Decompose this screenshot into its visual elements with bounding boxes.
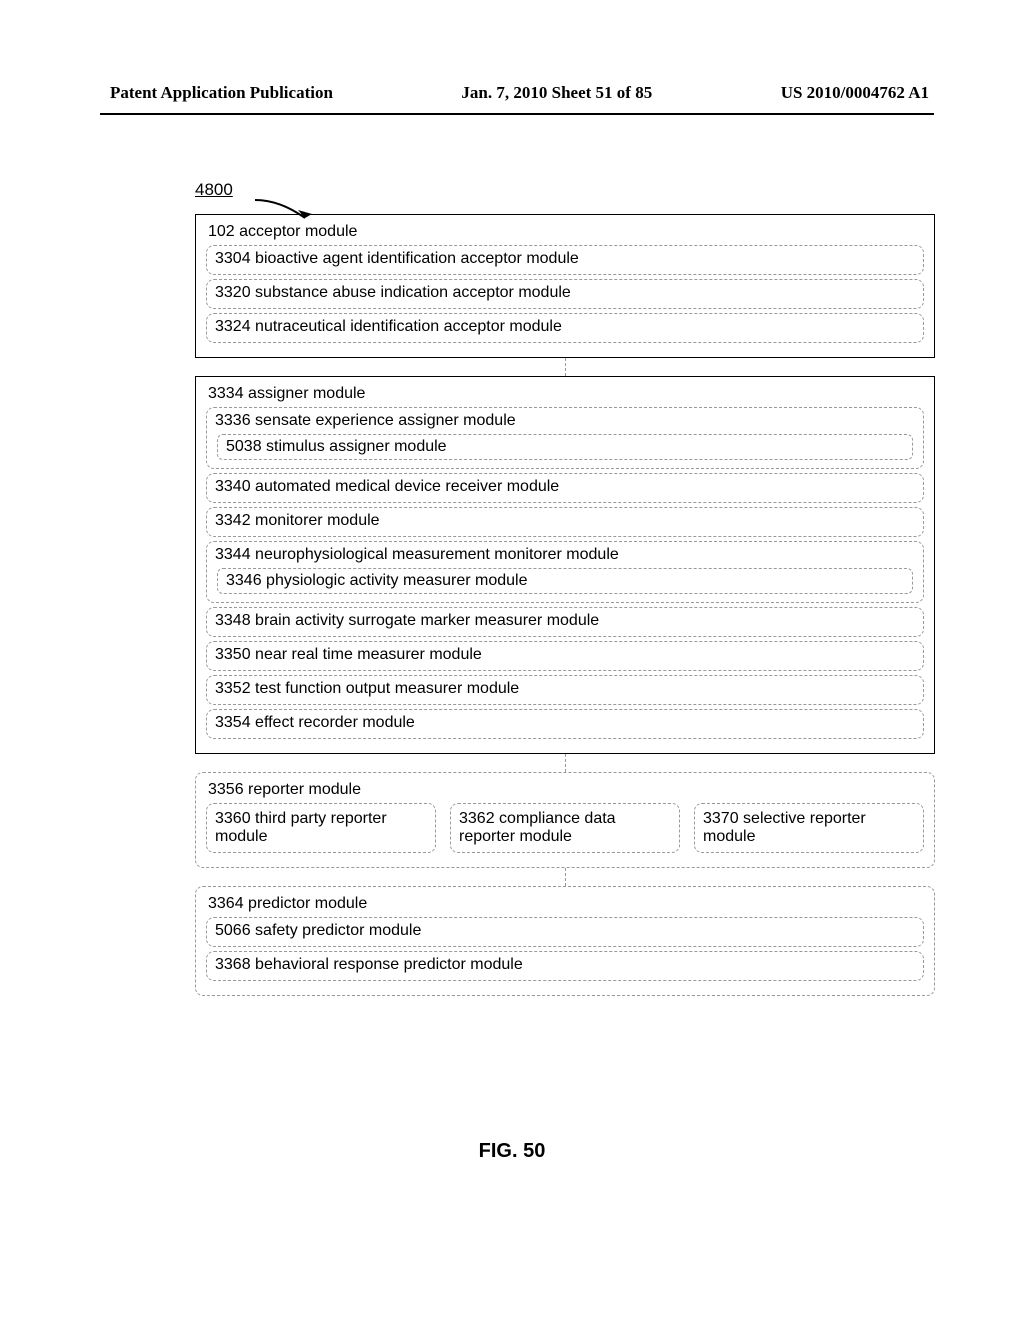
brain-surrogate-sub: 3348 brain activity surrogate marker mea…	[206, 607, 924, 637]
test-function-sub: 3352 test function output measurer modul…	[206, 675, 924, 705]
third-party-reporter-sub: 3360 third party reporter module	[206, 803, 436, 853]
effect-recorder-sub: 3354 effect recorder module	[206, 709, 924, 739]
assigner-title: 3334 assigner module	[208, 385, 926, 403]
header-right: US 2010/0004762 A1	[781, 83, 929, 103]
header-rule	[100, 113, 934, 115]
neuro-monitorer-sub: 3344 neurophysiological measurement moni…	[206, 541, 924, 603]
figure-reference: 4800	[195, 180, 935, 200]
figure-reference-number: 4800	[195, 180, 233, 199]
automated-receiver-sub: 3340 automated medical device receiver m…	[206, 473, 924, 503]
sensate-assigner-sub: 3336 sensate experience assigner module …	[206, 407, 924, 469]
near-realtime-sub: 3350 near real time measurer module	[206, 641, 924, 671]
sensate-assigner-title: 3336 sensate experience assigner module	[215, 412, 915, 430]
header-left: Patent Application Publication	[110, 83, 333, 103]
connector-3	[195, 868, 935, 886]
selective-reporter-sub: 3370 selective reporter module	[694, 803, 924, 853]
compliance-reporter-sub: 3362 compliance data reporter module	[450, 803, 680, 853]
connector-1	[195, 358, 935, 376]
predictor-title: 3364 predictor module	[208, 895, 926, 913]
stimulus-assigner-inner: 5038 stimulus assigner module	[217, 434, 913, 460]
acceptor-module: 102 acceptor module 3304 bioactive agent…	[195, 214, 935, 358]
diagram: 4800 102 acceptor module 3304 bioactive …	[195, 180, 935, 996]
connector-2	[195, 754, 935, 772]
substance-abuse-acceptor-sub: 3320 substance abuse indication acceptor…	[206, 279, 924, 309]
nutraceutical-acceptor-sub: 3324 nutraceutical identification accept…	[206, 313, 924, 343]
neuro-monitorer-title: 3344 neurophysiological measurement moni…	[215, 546, 915, 564]
assigner-module: 3334 assigner module 3336 sensate experi…	[195, 376, 935, 754]
reporter-module: 3356 reporter module 3360 third party re…	[195, 772, 935, 868]
physiologic-measurer-inner: 3346 physiologic activity measurer modul…	[217, 568, 913, 594]
monitorer-sub: 3342 monitorer module	[206, 507, 924, 537]
header-center: Jan. 7, 2010 Sheet 51 of 85	[461, 83, 652, 103]
bioactive-acceptor-sub: 3304 bioactive agent identification acce…	[206, 245, 924, 275]
safety-predictor-sub: 5066 safety predictor module	[206, 917, 924, 947]
behavioral-predictor-sub: 3368 behavioral response predictor modul…	[206, 951, 924, 981]
reference-arrow-icon	[250, 198, 320, 226]
figure-caption: FIG. 50	[0, 1140, 1024, 1163]
predictor-module: 3364 predictor module 5066 safety predic…	[195, 886, 935, 996]
reporter-title: 3356 reporter module	[208, 781, 926, 799]
